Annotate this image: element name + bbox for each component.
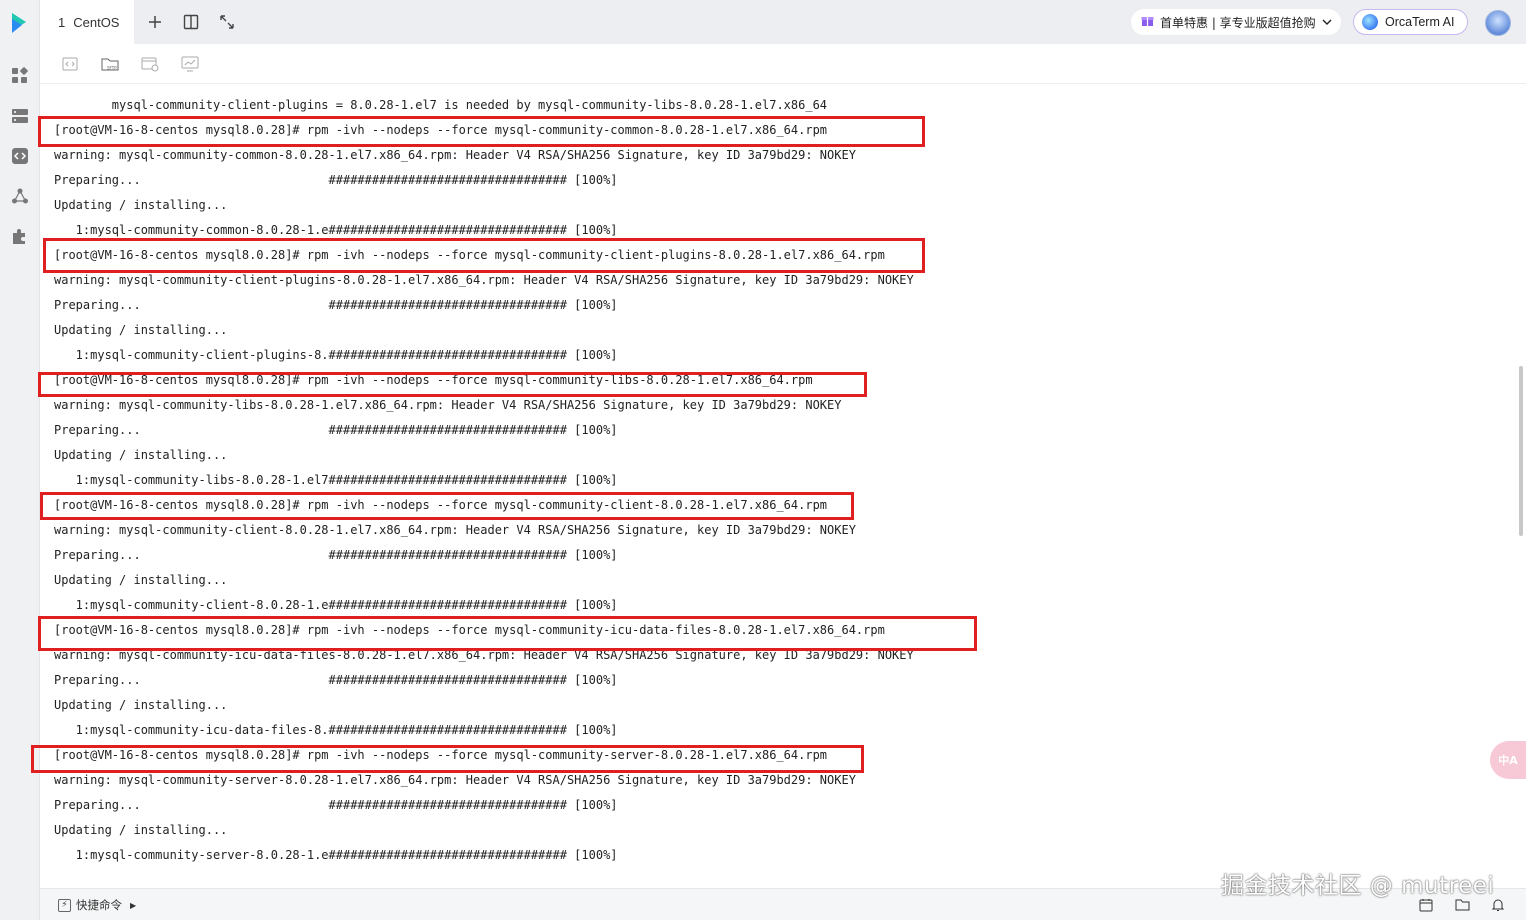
apps-icon[interactable] [10,66,30,86]
terminal-line: 1:mysql-community-client-8.0.28-1.e#####… [54,598,618,612]
terminal-line: 1:mysql-community-client-plugins-8.#####… [54,348,618,362]
quick-commands-label: 快捷命令 [76,898,122,912]
translate-label: 中A [1498,754,1518,767]
terminal-line: [root@VM-16-8-centos mysql8.0.28]# rpm -… [54,373,813,387]
terminal-line: Updating / installing... [54,573,228,587]
split-view-icon[interactable] [181,12,201,32]
terminal-line: 1:mysql-community-common-8.0.28-1.e#####… [54,223,618,237]
terminal-line: warning: mysql-community-client-8.0.28-1… [54,523,856,537]
network-icon[interactable] [10,186,30,206]
terminal-line: Preparing... ###########################… [54,548,618,562]
terminal-line: warning: mysql-community-icu-data-files-… [54,648,914,662]
terminal-line: Updating / installing... [54,198,228,212]
gift-icon [1141,14,1154,30]
terminal-output[interactable]: mysql-community-client-plugins = 8.0.28-… [40,84,1518,888]
terminal-scrollbar[interactable] [1519,366,1523,536]
code-snippet-icon[interactable] [10,146,30,166]
tab-title: CentOS [73,14,120,30]
chevron-down-icon [1322,15,1332,29]
terminal-line: Updating / installing... [54,698,228,712]
terminal-line: mysql-community-client-plugins = 8.0.28-… [54,98,828,112]
promo-button[interactable]: 首单特惠 | 享专业版超值抢购 [1131,9,1341,35]
plugin-icon[interactable] [10,226,30,246]
terminal-line: Preparing... ###########################… [54,423,618,437]
terminal-line: 1:mysql-community-icu-data-files-8.#####… [54,723,618,737]
translate-button[interactable]: 中A [1490,741,1526,779]
orcaterm-ai-button[interactable]: OrcaTerm AI [1353,9,1468,35]
svg-text:SFTP: SFTP [107,66,117,71]
promo-text: 首单特惠 | 享专业版超值抢购 [1160,15,1316,30]
terminal-line: Updating / installing... [54,323,228,337]
watermark: 掘金技术社区 @ mutreei [1221,873,1495,899]
tab-bar: 1 CentOS 首单特惠 | 享专业版超值抢购 OrcaTerm AI [40,0,1526,44]
code-editor-icon[interactable] [60,55,80,73]
terminal-line: [root@VM-16-8-centos mysql8.0.28]# rpm -… [54,748,828,762]
terminal-line: warning: mysql-community-server-8.0.28-1… [54,773,856,787]
terminal-line: Preparing... ###########################… [54,298,618,312]
terminal-line: 1:mysql-community-libs-8.0.28-1.el7#####… [54,473,618,487]
terminal-line: warning: mysql-community-client-plugins-… [54,273,914,287]
ai-button-label: OrcaTerm AI [1385,15,1455,29]
avatar[interactable] [1485,10,1511,36]
new-tab-plus-icon[interactable] [145,12,165,32]
terminal-line: Preparing... ###########################… [54,673,618,687]
terminal-line: [root@VM-16-8-centos mysql8.0.28]# rpm -… [54,498,828,512]
terminal-line: Preparing... ###########################… [54,173,618,187]
lightning-icon: ⚡ [58,898,71,912]
file-transfer-icon[interactable] [140,55,160,73]
sftp-folder-icon[interactable]: SFTP [100,55,120,73]
terminal-toolbar: SFTP [40,44,1526,84]
terminal-line: [root@VM-16-8-centos mysql8.0.28]# rpm -… [54,123,828,137]
tab-number: 1 [58,14,66,30]
quick-commands-button[interactable]: ⚡ 快捷命令 ▶ [58,897,136,913]
sidebar [0,0,40,920]
terminal-line: Preparing... ###########################… [54,798,618,812]
terminal-line: warning: mysql-community-libs-8.0.28-1.e… [54,398,842,412]
terminal-line: Updating / installing... [54,823,228,837]
terminal-line: warning: mysql-community-common-8.0.28-1… [54,148,856,162]
terminal-line: 1:mysql-community-server-8.0.28-1.e#####… [54,848,618,862]
caret-right-icon: ▶ [130,900,137,910]
monitor-icon[interactable] [180,55,200,73]
terminal-line: Updating / installing... [54,448,228,462]
ai-orb-icon [1362,14,1378,30]
terminal-line: [root@VM-16-8-centos mysql8.0.28]# rpm -… [54,623,885,637]
tab-centos[interactable]: 1 CentOS [40,0,134,44]
expand-icon[interactable] [217,12,237,32]
terminal-line: [root@VM-16-8-centos mysql8.0.28]# rpm -… [54,248,885,262]
server-list-icon[interactable] [10,106,30,126]
app-logo-icon[interactable] [9,11,31,35]
